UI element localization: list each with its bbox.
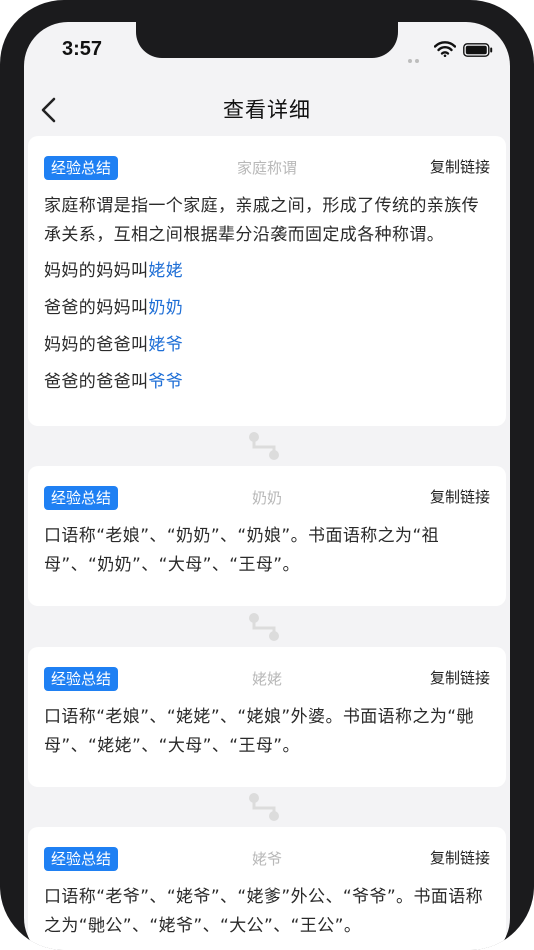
kinship-line: 妈妈的妈妈叫姥姥 — [44, 257, 494, 286]
kinship-term: 爷爷 — [148, 372, 184, 392]
kinship-relation: 爸爸的妈妈叫 — [44, 298, 149, 318]
card-body: 口语称“老爷”、“姥爷”、“姥爹”外公、“爷爷”。书面语称之为“毑公”、“姥爷”… — [44, 883, 494, 941]
copy-link-button[interactable]: 复制链接 — [430, 486, 490, 507]
experience-card: 经验总结 姥爷 复制链接 口语称“老爷”、“姥爷”、“姥爹”外公、“爷爷”。书面… — [28, 827, 506, 950]
kinship-line: 爸爸的爸爸叫爷爷 — [44, 368, 494, 397]
card-description: 口语称“老娘”、“奶奶”、“奶娘”。书面语称之为“祖母”、“奶奶”、“大母”、“… — [44, 526, 440, 575]
node-link-icon — [249, 793, 279, 821]
card-description: 口语称“老爷”、“姥爷”、“姥爹”外公、“爷爷”。书面语称之为“毑公”、“姥爷”… — [44, 887, 484, 936]
card-title: 姥姥 — [251, 670, 282, 688]
wifi-icon — [434, 41, 456, 57]
copy-link-button[interactable]: 复制链接 — [430, 667, 490, 688]
card-header: 经验总结 姥爷 复制链接 — [44, 845, 490, 871]
device-notch — [136, 22, 398, 58]
card-body: 口语称“老娘”、“奶奶”、“奶娘”。书面语称之为“祖母”、“奶奶”、“大母”、“… — [44, 522, 494, 580]
card-header: 经验总结 奶奶 复制链接 — [44, 484, 490, 510]
screen: 3:57 查看详细 经验总结 家庭称谓 复制链接 家庭称谓是指一个家庭，亲戚之间… — [24, 22, 510, 950]
battery-icon — [463, 43, 493, 57]
card-body: 家庭称谓是指一个家庭，亲戚之间，形成了传统的亲族传承关系，互相之间根据辈分沿袭而… — [44, 192, 494, 397]
kinship-relation: 妈妈的妈妈叫 — [44, 261, 149, 281]
card-description: 口语称“老娘”、“姥姥”、“姥娘”外婆。书面语称之为“毑母”、“姥姥”、“大母”… — [44, 707, 474, 756]
experience-card: 经验总结 家庭称谓 复制链接 家庭称谓是指一个家庭，亲戚之间，形成了传统的亲族传… — [28, 136, 506, 426]
kinship-line: 爸爸的妈妈叫奶奶 — [44, 294, 494, 323]
card-body: 口语称“老娘”、“姥姥”、“姥娘”外婆。书面语称之为“毑母”、“姥姥”、“大母”… — [44, 703, 494, 761]
kinship-line: 妈妈的爸爸叫姥爷 — [44, 331, 494, 360]
navigation-bar: 查看详细 — [24, 80, 510, 136]
copy-link-button[interactable]: 复制链接 — [430, 847, 490, 868]
card-title: 奶奶 — [251, 489, 282, 507]
copy-link-button[interactable]: 复制链接 — [430, 156, 490, 177]
kinship-relation: 爸爸的爸爸叫 — [44, 372, 149, 392]
card-header: 经验总结 家庭称谓 复制链接 — [44, 154, 490, 180]
kinship-term: 姥爷 — [148, 335, 184, 355]
card-title: 姥爷 — [251, 850, 282, 868]
status-time: 3:57 — [62, 38, 103, 60]
signal-dots-icon — [408, 48, 422, 67]
node-link-icon — [249, 432, 279, 460]
device-frame: 3:57 查看详细 经验总结 家庭称谓 复制链接 家庭称谓是指一个家庭，亲戚之间… — [0, 0, 534, 950]
card-description: 家庭称谓是指一个家庭，亲戚之间，形成了传统的亲族传承关系，互相之间根据辈分沿袭而… — [44, 196, 479, 245]
page-title: 查看详细 — [223, 98, 311, 122]
kinship-term: 奶奶 — [148, 298, 184, 318]
node-link-icon — [249, 613, 279, 641]
kinship-term: 姥姥 — [148, 261, 184, 281]
card-header: 经验总结 姥姥 复制链接 — [44, 665, 490, 691]
kinship-relation: 妈妈的爸爸叫 — [44, 335, 149, 355]
experience-card: 经验总结 奶奶 复制链接 口语称“老娘”、“奶奶”、“奶娘”。书面语称之为“祖母… — [28, 466, 506, 606]
experience-card: 经验总结 姥姥 复制链接 口语称“老娘”、“姥姥”、“姥娘”外婆。书面语称之为“… — [28, 647, 506, 787]
card-title: 家庭称谓 — [236, 159, 297, 177]
